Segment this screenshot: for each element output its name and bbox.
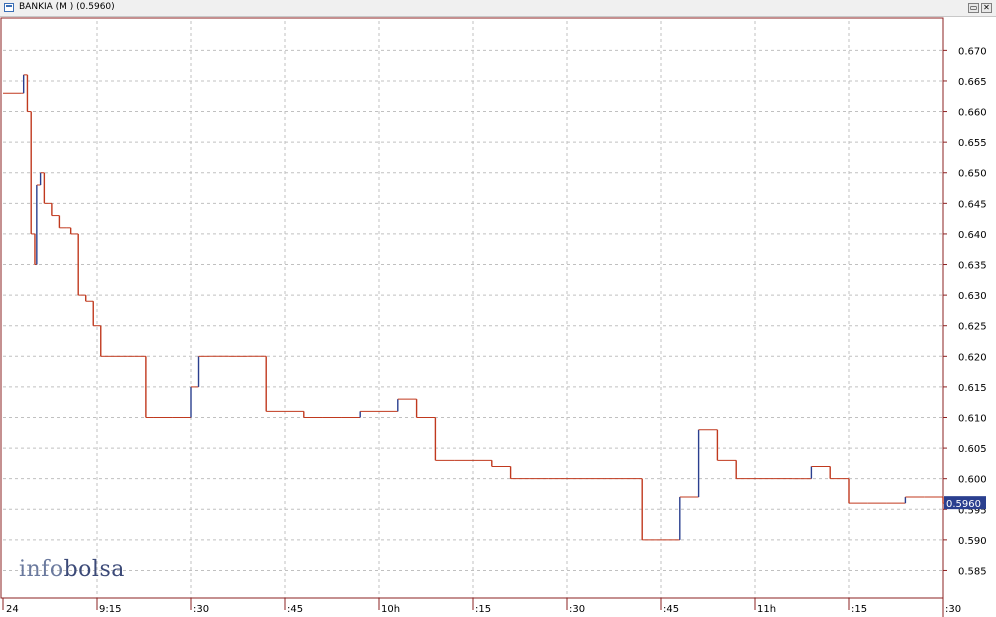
logo-part-bolsa: bolsa — [63, 557, 125, 582]
y-tick-label: 0.660 — [958, 108, 987, 119]
y-tick-label: 0.635 — [958, 261, 987, 272]
x-tick-label: :30 — [945, 604, 961, 615]
y-tick-label: 0.615 — [958, 383, 987, 394]
x-axis-ticks: 24 9:15 :30 :45 10h :15 :30 :45 11h :15 :30 — [6, 604, 961, 615]
y-tick-label: 0.600 — [958, 475, 987, 486]
y-tick-label: 0.620 — [958, 352, 987, 363]
x-tick-label: :15 — [851, 604, 867, 615]
close-button[interactable]: ✕ — [981, 3, 992, 13]
title-bar: BANKIA (M ) (0.5960) ▭ ✕ — [0, 0, 996, 17]
y-tick-label: 0.590 — [958, 536, 987, 547]
x-tick-label: 24 — [6, 604, 19, 615]
x-tick-label: 9:15 — [99, 604, 121, 615]
plot-frame — [0, 17, 944, 599]
x-tick-label: :15 — [475, 604, 491, 615]
y-tick-label: 0.665 — [958, 77, 987, 88]
logo-part-info: info — [19, 557, 64, 582]
y-tick-label: 0.610 — [958, 413, 987, 424]
y-tick-label: 0.670 — [958, 46, 987, 57]
y-tick-label: 0.605 — [958, 444, 987, 455]
price-chart: 0.670 0.665 0.660 0.655 0.650 0.645 0.640 0.635… — [0, 17, 987, 617]
y-tick-label: 0.645 — [958, 199, 987, 210]
last-price-label: 0.5960 — [946, 499, 981, 510]
chart-window: BANKIA (M ) (0.5960) ▭ ✕ 0.670 0.665 0.660… — [0, 0, 996, 617]
y-tick-label: 0.640 — [958, 230, 987, 241]
window-icon — [4, 3, 14, 12]
x-tick-label: 11h — [757, 604, 776, 615]
restore-button[interactable]: ▭ — [968, 3, 979, 13]
x-tick-label: :45 — [287, 604, 303, 615]
y-tick-label: 0.650 — [958, 169, 987, 180]
y-tick-label: 0.655 — [958, 138, 987, 149]
infobolsa-logo: infobolsa — [19, 557, 125, 582]
x-tick-label: :30 — [569, 604, 585, 615]
x-tick-label: :45 — [663, 604, 679, 615]
y-tick-label: 0.625 — [958, 322, 987, 333]
series-group — [3, 74, 949, 541]
last-price-tag: 0.5960 — [944, 496, 986, 510]
x-tick-label: 10h — [381, 604, 400, 615]
x-tick-label: :30 — [193, 604, 209, 615]
grid — [3, 21, 944, 598]
window-title: BANKIA (M ) (0.5960) — [19, 2, 115, 12]
axes — [0, 17, 947, 617]
y-tick-label: 0.585 — [958, 566, 987, 577]
y-tick-label: 0.630 — [958, 291, 987, 302]
